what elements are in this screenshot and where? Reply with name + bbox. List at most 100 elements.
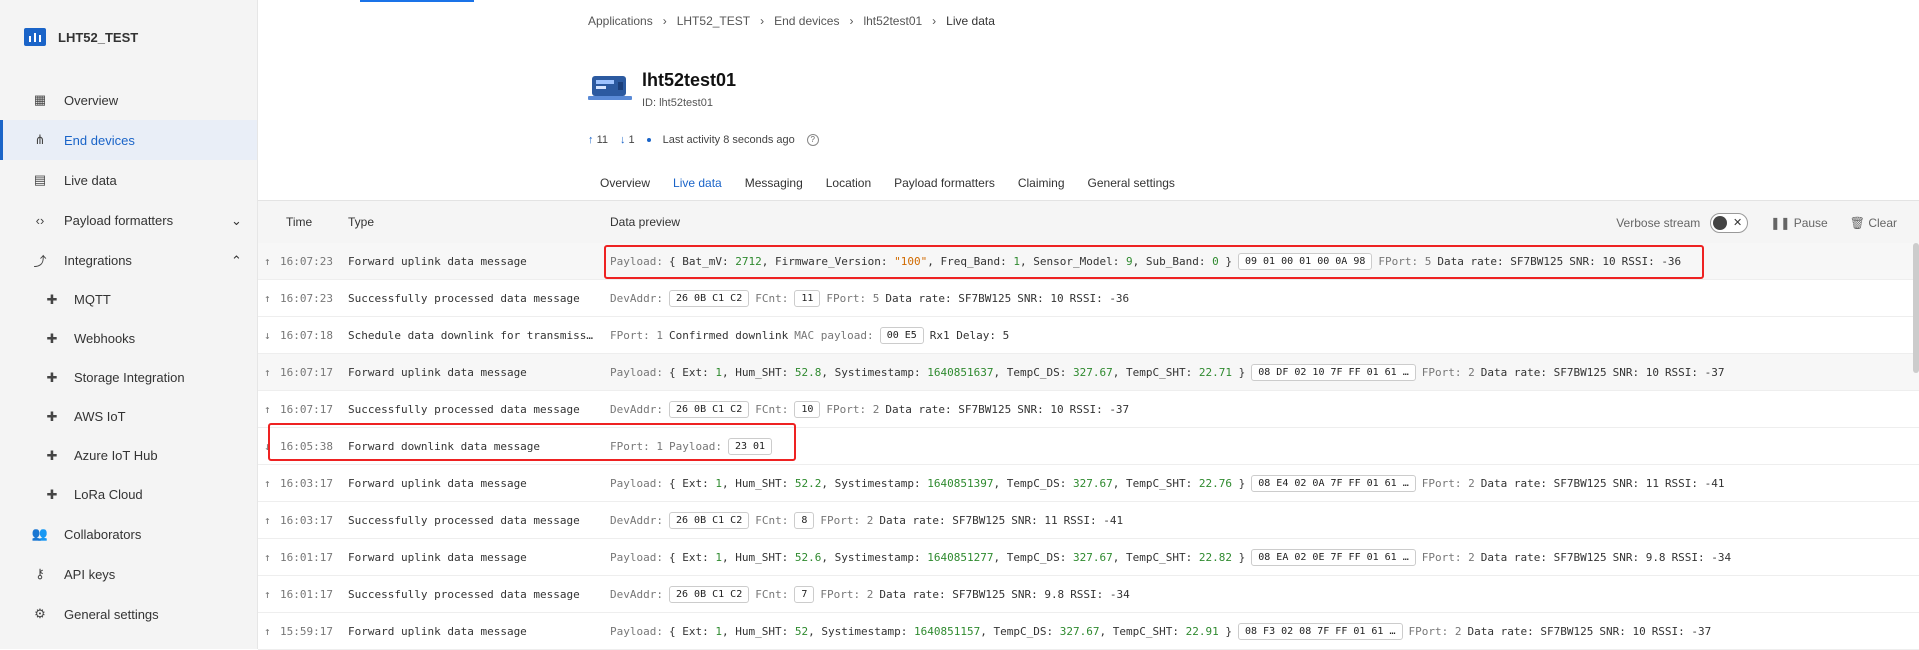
data-rate: Data rate: SF7BW125 [879, 587, 1006, 601]
main-content: Applications › LHT52_TEST › End devices › lht5… [258, 0, 1919, 650]
clear-button[interactable]: 🗑 Clear [1850, 216, 1897, 230]
payload-label: Payload: [610, 365, 663, 379]
sidebar-item-lora-cloud[interactable]: ✚ LoRa Cloud [0, 475, 257, 514]
fcnt-chip[interactable]: 10 [794, 400, 821, 418]
sidebar-item-overview[interactable]: ▦ Overview [0, 80, 257, 120]
sidebar-item-label: Collaborators [64, 526, 142, 542]
breadcrumb-item[interactable]: Applications [588, 14, 653, 28]
sidebar-item-live-data[interactable]: ▤ Live data [0, 160, 257, 200]
sidebar-item-aws-iot[interactable]: ✚ AWS IoT [0, 397, 257, 436]
data-rate: Data rate: SF7BW125 [1480, 365, 1607, 379]
devaddr-chip[interactable]: 26 0B C1 C2 [668, 289, 750, 307]
payload-label: Payload: [610, 550, 663, 564]
sidebar-item-storage-integration[interactable]: ✚ Storage Integration [0, 358, 257, 397]
devaddr-chip[interactable]: 26 0B C1 C2 [668, 585, 750, 603]
breadcrumb-item[interactable]: LHT52_TEST [677, 14, 750, 28]
row-preview: DevAddr: 26 0B C1 C2 FCnt: 7 FPort: 2 Data ra… [610, 585, 1130, 603]
breadcrumb-item[interactable]: lht52test01 [863, 14, 922, 28]
tab-payload-formatters[interactable]: Payload formatters [894, 166, 995, 202]
raw-payload-chip[interactable]: 08 E4 02 0A 7F FF 01 61 … [1251, 474, 1416, 492]
devaddr-label: DevAddr: [610, 402, 663, 416]
rssi: RSSI: -41 [1664, 476, 1725, 490]
rssi: RSSI: -36 [1069, 291, 1130, 305]
fport: FPort: 2 [826, 402, 880, 416]
table-row[interactable]: ↑ 16:01:17 Successfully processed data mes… [258, 576, 1919, 613]
sidebar-item-label: Live data [64, 172, 117, 188]
pause-button[interactable]: ❚❚ Pause [1770, 216, 1827, 230]
tab-overview[interactable]: Overview [600, 166, 650, 202]
row-time: 16:07:23 [280, 254, 333, 268]
app-header[interactable]: LHT52_TEST [24, 28, 138, 46]
sidebar-item-end-devices[interactable]: ⋔ End devices [0, 120, 257, 160]
snr: SNR: 9.8 [1011, 587, 1065, 601]
fport: FPort: 5 [826, 291, 880, 305]
row-type: Schedule data downlink for transmissi… [348, 328, 598, 342]
row-type: Forward uplink data message [348, 550, 527, 564]
mac-payload-chip[interactable]: 00 E5 [879, 326, 924, 344]
chevron-up-icon[interactable]: ⌃ [231, 253, 245, 268]
chevron-right-icon: › [932, 14, 937, 28]
arrow-up-icon: ↑ [264, 587, 271, 601]
tab-live-data[interactable]: Live data [673, 166, 722, 202]
chevron-right-icon: › [760, 14, 765, 28]
table-row[interactable]: ↑ 16:07:23 Successfully processed data mes… [258, 280, 1919, 317]
tab-general-settings[interactable]: General settings [1088, 166, 1175, 202]
sidebar-item-integrations[interactable]: ⤴ Integrations ⌃ [0, 240, 257, 280]
sidebar-item-label: API keys [64, 566, 116, 582]
raw-payload-chip[interactable]: 08 EA 02 0E 7F FF 01 61 … [1251, 548, 1416, 566]
rx1-delay: Rx1 Delay: 5 [929, 328, 1010, 342]
row-type: Forward uplink data message [348, 365, 527, 379]
fcnt-chip[interactable]: 7 [794, 585, 815, 603]
sidebar-item-label: Webhooks [74, 331, 136, 346]
sidebar-item-general-settings[interactable]: ⚙ General settings [0, 594, 257, 634]
tab-messaging[interactable]: Messaging [745, 166, 803, 202]
rssi: RSSI: -37 [1651, 624, 1712, 638]
table-row[interactable]: ↑ 16:07:17 Forward uplink data message Payl… [258, 354, 1919, 391]
sidebar-item-label: AWS IoT [74, 409, 126, 424]
row-time: 16:07:17 [280, 365, 333, 379]
sidebar: LHT52_TEST ▦ Overview ⋔ End devices ▤ Live da… [0, 0, 258, 649]
payload-label: Payload: [610, 476, 663, 490]
table-row[interactable]: ↑ 15:59:17 Forward uplink data message Payl… [258, 613, 1919, 650]
breadcrumb-item[interactable]: End devices [774, 14, 839, 28]
row-preview: DevAddr: 26 0B C1 C2 FCnt: 8 FPort: 2 Data ra… [610, 511, 1123, 529]
breadcrumb-item: Live data [946, 14, 995, 28]
table-row[interactable]: ↑ 16:03:17 Forward uplink data message Payl… [258, 465, 1919, 502]
devaddr-label: DevAddr: [610, 291, 663, 305]
tab-claiming[interactable]: Claiming [1018, 166, 1065, 202]
tab-location[interactable]: Location [826, 166, 871, 202]
raw-payload-chip[interactable]: 08 F3 02 08 7F FF 01 61 … [1237, 622, 1403, 640]
raw-payload-chip[interactable]: 08 DF 02 10 7F FF 01 61 … [1251, 363, 1416, 381]
header-type: Type [348, 215, 375, 229]
table-row[interactable]: ↑ 16:01:17 Forward uplink data message Payl… [258, 539, 1919, 576]
grid-icon: ▦ [33, 92, 47, 107]
sidebar-item-api-keys[interactable]: ⚷ API keys [0, 554, 257, 594]
row-time: 16:03:17 [280, 476, 333, 490]
snr: SNR: 11 [1612, 476, 1659, 490]
fcnt-chip[interactable]: 11 [794, 289, 821, 307]
chart-icon: ▤ [33, 172, 47, 187]
fcnt-label: FCnt: [755, 291, 789, 305]
chevron-down-icon[interactable]: ⌄ [231, 213, 245, 228]
help-icon[interactable]: ? [806, 134, 819, 146]
sidebar-item-azure-iot-hub[interactable]: ✚ Azure IoT Hub [0, 436, 257, 475]
devaddr-chip[interactable]: 26 0B C1 C2 [668, 400, 750, 418]
sidebar-item-collaborators[interactable]: 👥 Collaborators [0, 514, 257, 554]
row-type: Forward uplink data message [348, 254, 527, 268]
device-icon [588, 76, 632, 100]
sidebar-item-webhooks[interactable]: ✚ Webhooks [0, 319, 257, 358]
table-scrollbar[interactable] [1913, 243, 1919, 373]
table-row[interactable]: ↓ 16:07:18 Schedule data downlink for tran… [258, 317, 1919, 354]
device-header: lht52test01 ID: lht52test01 [588, 70, 736, 109]
row-preview: FPort: 1 Confirmed downlink MAC payload: 00… [610, 326, 1010, 344]
fport: FPort: 2 [820, 587, 874, 601]
fcnt-label: FCnt: [755, 513, 789, 527]
sidebar-item-mqtt[interactable]: ✚ MQTT [0, 280, 257, 319]
verbose-toggle[interactable]: ✕ [1710, 213, 1749, 233]
puzzle-icon: ✚ [46, 486, 58, 502]
fcnt-chip[interactable]: 8 [794, 511, 815, 529]
devices-icon: ⋔ [34, 132, 46, 147]
sidebar-item-payload-formatters[interactable]: ‹› Payload formatters ⌄ [0, 200, 257, 240]
devaddr-chip[interactable]: 26 0B C1 C2 [668, 511, 750, 529]
table-row[interactable]: ↑ 16:03:17 Successfully processed data mes… [258, 502, 1919, 539]
